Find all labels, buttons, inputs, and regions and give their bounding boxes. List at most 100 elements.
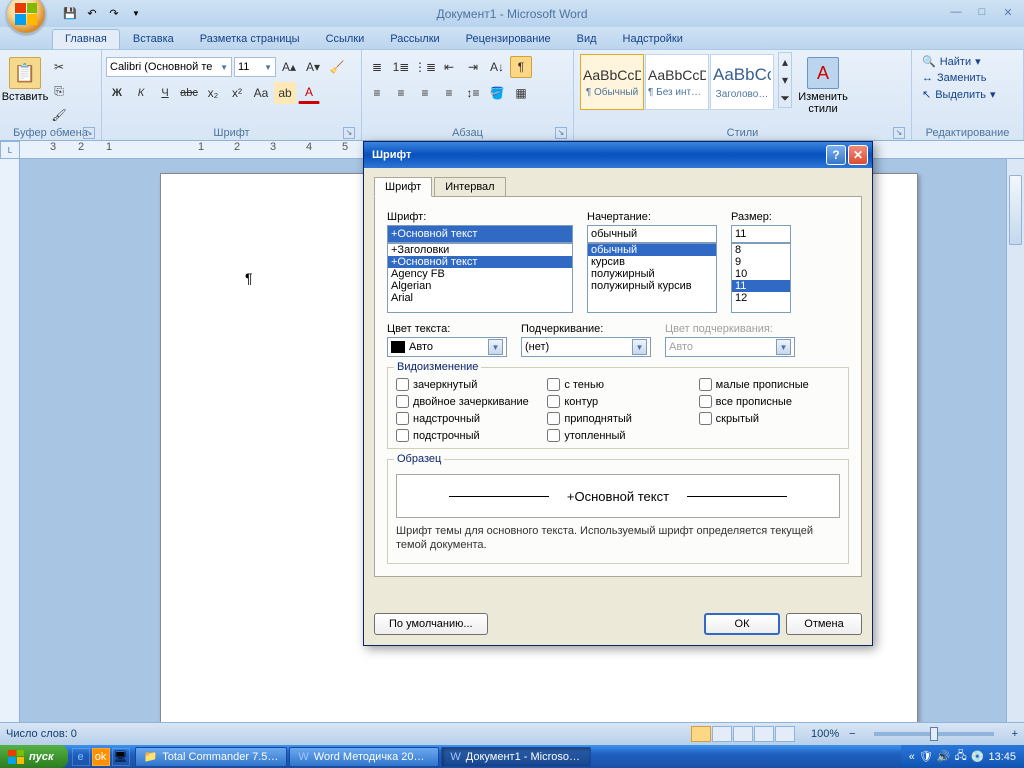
list-item[interactable]: Agency FB: [388, 268, 572, 280]
highlight-button[interactable]: ab: [274, 82, 296, 104]
list-item[interactable]: +Заголовки: [388, 244, 572, 256]
strike-button[interactable]: abc: [178, 82, 200, 104]
tab-mailings[interactable]: Рассылки: [377, 29, 452, 49]
change-case-button[interactable]: Aa: [250, 82, 272, 104]
replace-button[interactable]: ↔Заменить: [920, 71, 998, 85]
dialog-title-bar[interactable]: Шрифт ? ✕: [364, 142, 872, 168]
dialog-close-button[interactable]: ✕: [848, 145, 868, 165]
style-normal[interactable]: AaBbCcDd¶ Обычный: [580, 54, 644, 110]
effect-checkbox[interactable]: надстрочный: [396, 412, 537, 425]
list-item[interactable]: 10: [732, 268, 790, 280]
ok-button[interactable]: ОК: [704, 613, 780, 635]
view-web[interactable]: [733, 726, 753, 742]
close-window-button[interactable]: ✕: [998, 4, 1018, 20]
font-color-combo[interactable]: Авто▼: [387, 337, 507, 357]
effect-checkbox[interactable]: утопленный: [547, 429, 688, 442]
zoom-slider[interactable]: [874, 732, 994, 736]
align-left-button[interactable]: ≡: [366, 82, 388, 104]
font-name-input[interactable]: [387, 225, 573, 243]
font-color-button[interactable]: A: [298, 82, 320, 104]
indent-increase-button[interactable]: ⇥: [462, 56, 484, 78]
paste-button[interactable]: 📋 Вставить: [4, 52, 46, 108]
tab-layout[interactable]: Разметка страницы: [187, 29, 313, 49]
task-document1[interactable]: WДокумент1 - Microso…: [441, 747, 591, 767]
list-item[interactable]: Arial: [388, 292, 572, 304]
word-count[interactable]: Число слов: 0: [6, 728, 77, 740]
tray-chevron-icon[interactable]: «: [909, 751, 915, 763]
tab-insert[interactable]: Вставка: [120, 29, 187, 49]
list-item[interactable]: обычный: [588, 244, 716, 256]
borders-button[interactable]: ▦: [510, 82, 532, 104]
list-item[interactable]: 9: [732, 256, 790, 268]
tray-network-icon[interactable]: 🖧: [955, 747, 967, 766]
clipboard-launcher-icon[interactable]: ↘: [83, 127, 95, 139]
tab-review[interactable]: Рецензирование: [453, 29, 564, 49]
vertical-ruler[interactable]: [0, 141, 20, 722]
effect-checkbox[interactable]: скрытый: [699, 412, 840, 425]
indent-decrease-button[interactable]: ⇤: [438, 56, 460, 78]
undo-icon[interactable]: ↶: [84, 6, 100, 22]
list-item[interactable]: 8: [732, 244, 790, 256]
sort-button[interactable]: A↓: [486, 56, 508, 78]
list-item[interactable]: Algerian: [388, 280, 572, 292]
gallery-down-icon[interactable]: ▾: [779, 71, 791, 89]
justify-button[interactable]: ≡: [438, 82, 460, 104]
gallery-more-icon[interactable]: ⏷: [779, 89, 791, 107]
style-listbox[interactable]: обычныйкурсивполужирныйполужирный курсив: [587, 243, 717, 313]
list-item[interactable]: 11: [732, 280, 790, 292]
effect-checkbox[interactable]: подстрочный: [396, 429, 537, 442]
default-button[interactable]: По умолчанию...: [374, 613, 488, 635]
font-listbox[interactable]: +Заголовки+Основной текстAgency FBAlgeri…: [387, 243, 573, 313]
task-word-method[interactable]: WWord Методичка 20…: [289, 747, 439, 767]
effect-checkbox[interactable]: двойное зачеркивание: [396, 395, 537, 408]
task-total-commander[interactable]: 📁Total Commander 7.5…: [135, 747, 288, 767]
shrink-font-button[interactable]: A▾: [302, 56, 324, 78]
view-print-layout[interactable]: [691, 726, 711, 742]
effect-checkbox[interactable]: контур: [547, 395, 688, 408]
tab-references[interactable]: Ссылки: [313, 29, 378, 49]
subscript-button[interactable]: x₂: [202, 82, 224, 104]
size-input[interactable]: [731, 225, 791, 243]
gallery-up-icon[interactable]: ▴: [779, 53, 791, 71]
view-outline[interactable]: [754, 726, 774, 742]
ql-ok-icon[interactable]: ok: [92, 748, 110, 766]
effect-checkbox[interactable]: малые прописные: [699, 378, 840, 391]
view-full-screen[interactable]: [712, 726, 732, 742]
style-input[interactable]: [587, 225, 717, 243]
grow-font-button[interactable]: A▴: [278, 56, 300, 78]
minimize-button[interactable]: —: [946, 4, 966, 20]
dialog-tab-font[interactable]: Шрифт: [374, 177, 432, 197]
size-listbox[interactable]: 89101112: [731, 243, 791, 313]
view-draft[interactable]: [775, 726, 795, 742]
underline-button[interactable]: Ч: [154, 82, 176, 104]
ruler-corner[interactable]: L: [0, 141, 20, 159]
multilevel-button[interactable]: ⋮≣: [414, 56, 436, 78]
ql-desktop-icon[interactable]: 🖥: [112, 748, 130, 766]
redo-icon[interactable]: ↷: [106, 6, 122, 22]
font-name-combo[interactable]: Calibri (Основной те▼: [106, 57, 232, 77]
ql-ie-icon[interactable]: e: [72, 748, 90, 766]
tab-addins[interactable]: Надстройки: [610, 29, 696, 49]
style-heading[interactable]: AaBbCcЗаголово…: [710, 54, 774, 110]
change-styles-button[interactable]: A Изменить стили: [794, 52, 852, 120]
font-size-combo[interactable]: 11▼: [234, 57, 276, 77]
bold-button[interactable]: Ж: [106, 82, 128, 104]
format-painter-button[interactable]: 🖌: [48, 104, 70, 126]
vertical-scrollbar[interactable]: [1006, 159, 1024, 722]
shading-button[interactable]: 🪣: [486, 82, 508, 104]
list-item[interactable]: 12: [732, 292, 790, 304]
italic-button[interactable]: К: [130, 82, 152, 104]
styles-launcher-icon[interactable]: ↘: [893, 127, 905, 139]
tab-view[interactable]: Вид: [564, 29, 610, 49]
style-no-spacing[interactable]: AaBbCcDd¶ Без инте…: [645, 54, 709, 110]
underline-combo[interactable]: (нет)▼: [521, 337, 651, 357]
zoom-out-button[interactable]: −: [849, 728, 855, 740]
list-item[interactable]: +Основной текст: [388, 256, 572, 268]
dialog-tab-spacing[interactable]: Интервал: [434, 177, 505, 197]
numbering-button[interactable]: 1≣: [390, 56, 412, 78]
effect-checkbox[interactable]: зачеркнутый: [396, 378, 537, 391]
zoom-in-button[interactable]: +: [1012, 728, 1018, 740]
superscript-button[interactable]: x²: [226, 82, 248, 104]
clock[interactable]: 13:45: [988, 751, 1016, 763]
cancel-button[interactable]: Отмена: [786, 613, 862, 635]
